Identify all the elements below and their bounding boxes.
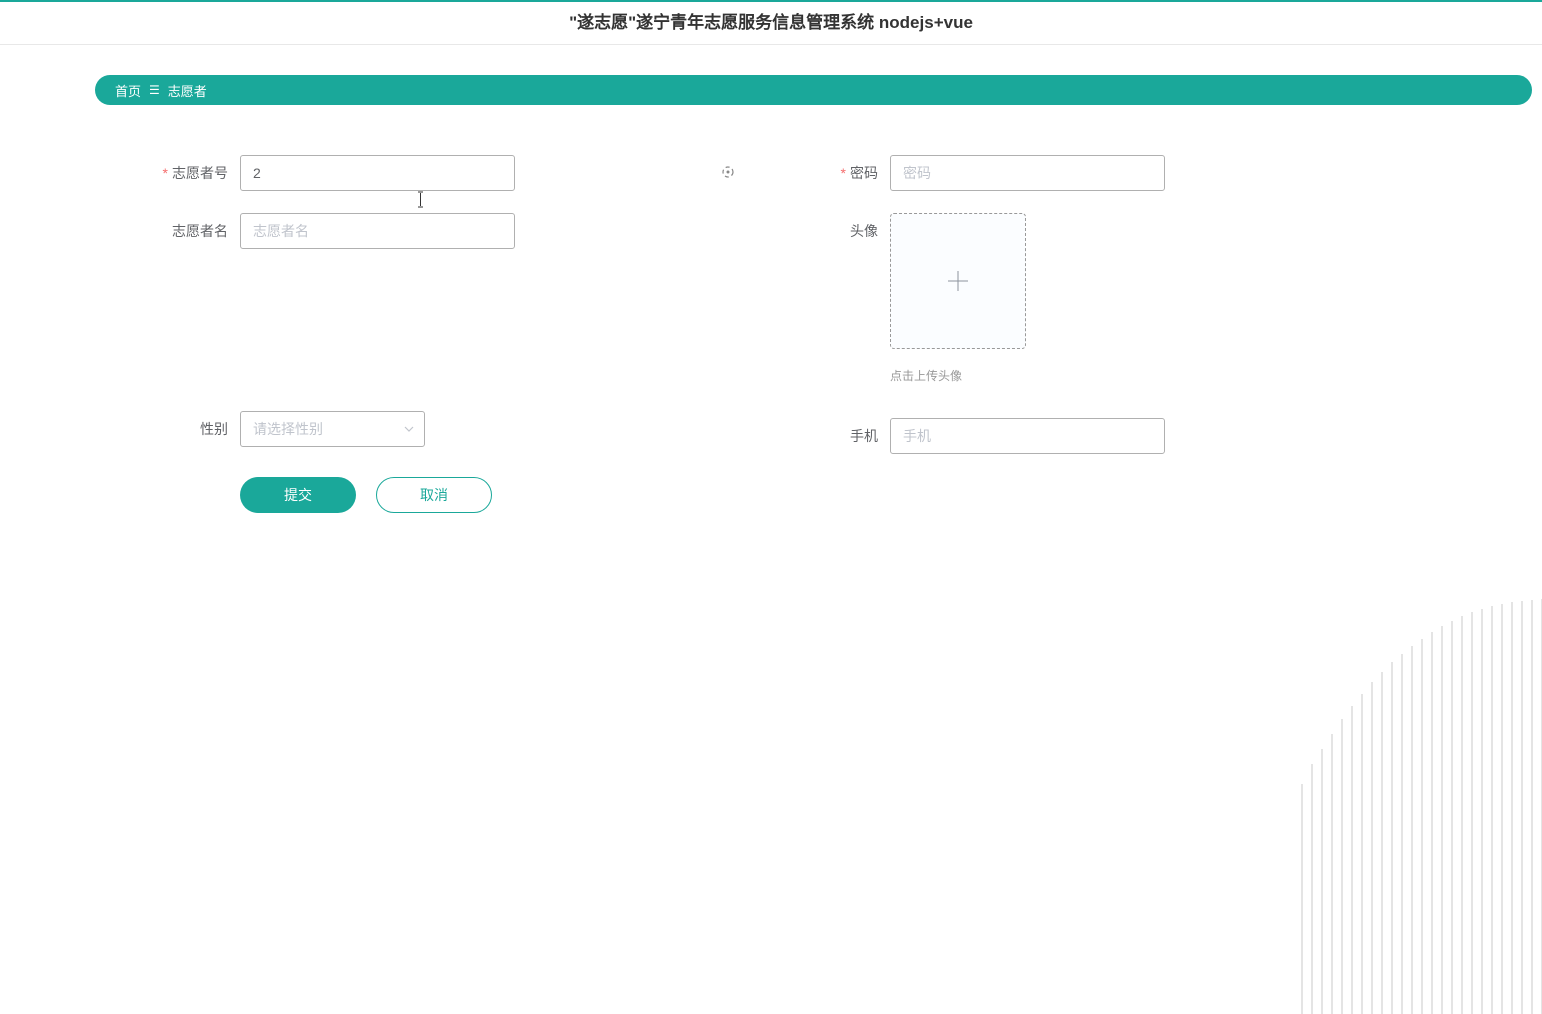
required-mark: * [163,165,168,181]
cancel-button[interactable]: 取消 [376,477,492,513]
row-avatar: 头像 点击上传头像 [750,213,1310,384]
label-volunteer-id: *志愿者号 [100,155,240,191]
gender-select-wrapper[interactable] [240,411,425,447]
label-phone: 手机 [750,418,890,454]
page-header: "遂志愿"遂宁青年志愿服务信息管理系统 nodejs+vue [0,2,1542,44]
avatar-upload-hint: 点击上传头像 [890,367,962,384]
breadcrumb-separator: ☰ [149,83,160,97]
breadcrumb-home[interactable]: 首页 [115,81,141,100]
action-buttons: 提交 取消 [240,477,660,513]
breadcrumb-current: 志愿者 [168,81,207,100]
breadcrumb: 首页 ☰ 志愿者 [95,75,1532,105]
form-container: *志愿者号 志愿者名 性别 [0,155,1542,513]
label-password: *密码 [750,155,890,191]
phone-input[interactable] [890,418,1165,454]
row-volunteer-id: *志愿者号 [100,155,660,191]
form-column-right: *密码 头像 点击上传头像 [750,155,1310,513]
label-gender: 性别 [100,411,240,447]
password-input[interactable] [890,155,1165,191]
required-mark: * [841,165,846,181]
decorative-lines [1242,564,1542,1014]
page-title: "遂志愿"遂宁青年志愿服务信息管理系统 nodejs+vue [569,13,973,32]
label-avatar: 头像 [750,213,890,349]
volunteer-id-input[interactable] [240,155,515,191]
row-volunteer-name: 志愿者名 [100,213,660,249]
text-cursor-icon [417,191,424,208]
avatar-upload[interactable] [890,213,1026,349]
volunteer-name-input[interactable] [240,213,515,249]
plus-icon [944,267,972,295]
row-password: *密码 [750,155,1310,191]
gender-select[interactable] [240,411,425,447]
row-gender: 性别 [100,411,660,447]
loading-icon [720,164,736,180]
form-column-left: *志愿者号 志愿者名 性别 [100,155,660,513]
submit-button[interactable]: 提交 [240,477,356,513]
header-divider [0,44,1542,45]
row-phone: 手机 [750,418,1310,454]
label-volunteer-name: 志愿者名 [100,213,240,249]
